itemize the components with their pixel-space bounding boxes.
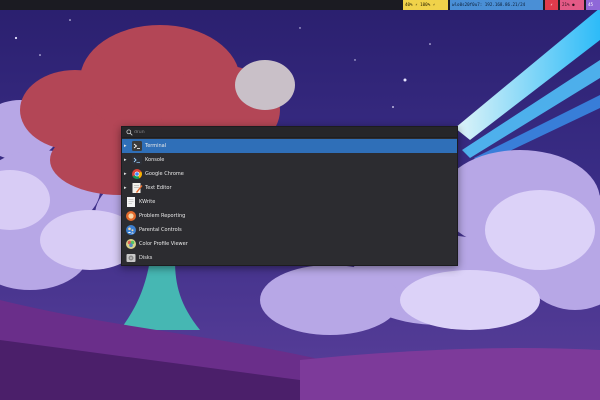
disks-icon (126, 254, 136, 262)
launcher-item-label: Terminal (145, 143, 167, 149)
workspace-indicator[interactable]: 45 (586, 0, 600, 10)
search-icon (126, 129, 133, 136)
text-editor-icon (132, 183, 143, 193)
launcher-item-color-profile-viewer[interactable]: Color Profile Viewer (122, 237, 457, 251)
launcher-item-label: Color Profile Viewer (139, 241, 188, 247)
launcher-item-kwrite[interactable]: KWrite (122, 195, 457, 209)
launcher-search-input[interactable] (134, 128, 452, 137)
problem-reporting-icon (126, 211, 136, 221)
launcher-item-label: Disks (139, 255, 153, 261)
launcher-item-label: Parental Controls (139, 227, 182, 233)
network-indicator: wlo0s20f0u7: 192.168.86.21/24 (450, 0, 543, 10)
chevron-right-icon[interactable]: ▸ (124, 157, 129, 163)
launcher-item-google-chrome[interactable]: ▸ Google Chrome (122, 167, 457, 181)
launcher-item-label: Text Editor (145, 185, 172, 191)
chevron-right-icon[interactable]: ▸ (124, 185, 129, 191)
konsole-icon (132, 155, 142, 165)
launcher-item-problem-reporting[interactable]: Problem Reporting (122, 209, 457, 223)
chrome-icon (132, 169, 142, 179)
launcher-item-label: Problem Reporting (139, 213, 186, 219)
launcher-search-bar (122, 127, 457, 138)
chevron-right-icon[interactable]: ▸ (124, 143, 129, 149)
launcher-item-label: Google Chrome (145, 171, 184, 177)
parental-controls-icon (126, 225, 136, 235)
chevron-right-icon[interactable]: ▸ (124, 171, 129, 177)
launcher-item-text-editor[interactable]: ▸ Text Editor (122, 181, 457, 195)
launcher-item-disks[interactable]: Disks (122, 251, 457, 265)
power-alert-indicator: ⚡ (545, 0, 558, 10)
launcher-item-label: KWrite (139, 199, 156, 205)
system-status-indicator: 21% ● (560, 0, 584, 10)
top-status-bar: 40% ⚡ 100% ⚡ wlo0s20f0u7: 192.168.86.21/… (0, 0, 600, 10)
launcher-item-label: Konsole (145, 157, 165, 163)
launcher-item-konsole[interactable]: ▸ Konsole (122, 153, 457, 167)
terminal-icon (132, 141, 142, 151)
color-profile-icon (126, 239, 136, 249)
app-launcher: ▸ Terminal ▸ Konsole ▸ Google Chrome ▸ Text Edi… (121, 126, 458, 266)
battery-indicator: 40% ⚡ 100% ⚡ (403, 0, 448, 10)
launcher-item-terminal[interactable]: ▸ Terminal (122, 139, 457, 153)
launcher-item-parental-controls[interactable]: Parental Controls (122, 223, 457, 237)
kwrite-icon (127, 197, 135, 207)
launcher-app-list: ▸ Terminal ▸ Konsole ▸ Google Chrome ▸ Text Edi… (122, 139, 457, 265)
